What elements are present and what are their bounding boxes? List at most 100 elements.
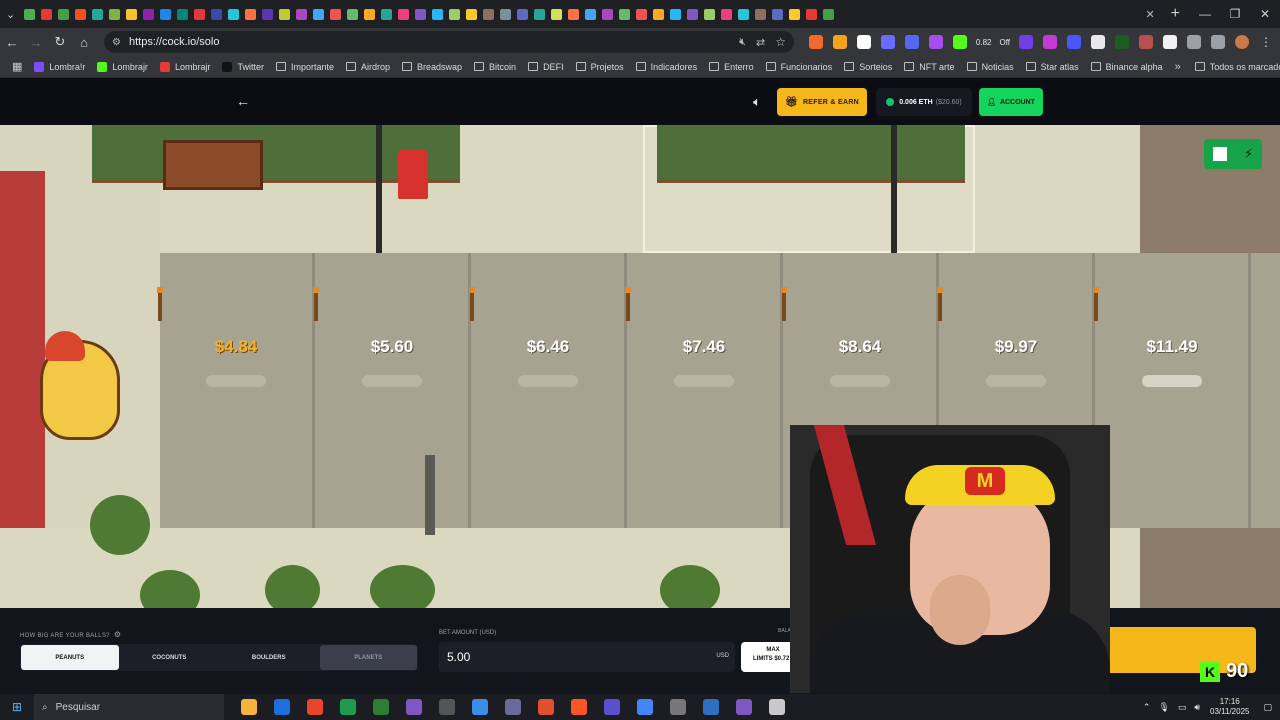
avatar[interactable] xyxy=(1235,35,1249,49)
forward-nav-icon[interactable]: → xyxy=(24,35,48,50)
tab-favicon-icon[interactable] xyxy=(75,8,87,20)
zoom-extension-label[interactable]: 0.82 xyxy=(976,38,992,47)
tab-favicon-icon[interactable] xyxy=(126,8,138,20)
gear-icon[interactable]: ⚙ xyxy=(114,630,121,639)
stream-overlay-controls[interactable]: ⚡ xyxy=(1204,139,1262,169)
extension-icon[interactable] xyxy=(904,35,919,49)
wallet-balance[interactable]: 0.006 ETH ($20.60) xyxy=(876,88,972,116)
taskbar-app-icon[interactable] xyxy=(636,699,653,715)
bookmark-item[interactable]: Star atlas xyxy=(1025,62,1079,72)
bookmark-item[interactable]: Twitter xyxy=(222,61,264,72)
apps-grid-icon[interactable]: ▦ xyxy=(12,60,22,73)
tab-favicon-icon[interactable] xyxy=(823,8,835,20)
home-icon[interactable]: ⌂ xyxy=(72,35,96,50)
tab-favicon-icon[interactable] xyxy=(194,8,206,20)
tab-favicon-icon[interactable] xyxy=(92,8,104,20)
taskbar-app-icon[interactable] xyxy=(372,699,389,715)
close-tab-icon[interactable]: ✕ xyxy=(1145,8,1154,21)
tab-favicon-icon[interactable] xyxy=(636,8,648,20)
refer-earn-button[interactable]: 🎁︎ REFER & EARN xyxy=(777,88,867,116)
taskbar-app-icon[interactable] xyxy=(273,699,290,715)
bet-amount-input[interactable]: 5.00 USD xyxy=(439,642,735,672)
tab-favicon-icon[interactable] xyxy=(704,8,716,20)
taskbar-app-icon[interactable] xyxy=(702,699,719,715)
taskbar-app-icon[interactable] xyxy=(405,699,422,715)
url-field[interactable]: ⚙ https://cock.io/solo 🔇︎ ⇄ ☆ xyxy=(104,31,794,53)
tab-favicon-icon[interactable] xyxy=(483,8,495,20)
minimize-icon[interactable]: — xyxy=(1190,0,1220,28)
reload-icon[interactable]: ↻ xyxy=(48,34,72,50)
bookmark-item[interactable]: Funcionarios xyxy=(765,62,832,72)
lane-multiplier-price[interactable]: $9.97 xyxy=(956,337,1076,357)
translate-icon[interactable]: ⇄ xyxy=(756,36,765,49)
extension-icon[interactable] xyxy=(1115,35,1129,49)
tab-favicon-icon[interactable] xyxy=(228,8,240,20)
extension-icon[interactable] xyxy=(1139,35,1153,49)
close-window-icon[interactable]: ✕ xyxy=(1250,0,1280,28)
extension-icon[interactable] xyxy=(808,35,823,49)
lane-multiplier-price[interactable]: $4.84 xyxy=(176,337,296,357)
download-icon[interactable] xyxy=(1211,35,1225,49)
taskbar-search[interactable]: ⌕ Pesquisar xyxy=(34,694,224,720)
off-extension-label[interactable]: Off xyxy=(999,38,1010,47)
tab-favicon-icon[interactable] xyxy=(585,8,597,20)
sound-icon[interactable]: 🔈︎ xyxy=(746,91,768,113)
account-button[interactable]: 👤︎ ACCOUNT xyxy=(979,88,1043,116)
new-tab-button[interactable]: + xyxy=(1171,5,1180,23)
extension-icon[interactable] xyxy=(880,35,895,49)
tab-favicon-icon[interactable] xyxy=(381,8,393,20)
bookmark-item[interactable]: Importante xyxy=(275,62,334,72)
bookmark-item[interactable]: Noticias xyxy=(966,62,1014,72)
tab-favicon-icon[interactable] xyxy=(398,8,410,20)
ball-size-tab-planets[interactable]: PLANETS xyxy=(319,645,417,670)
tab-favicon-icon[interactable] xyxy=(211,8,223,20)
site-info-icon[interactable]: ⚙ xyxy=(112,37,121,48)
tab-favicon-icon[interactable] xyxy=(568,8,580,20)
bookmark-star-icon[interactable]: ☆ xyxy=(775,35,786,49)
ball-size-tab-boulders[interactable]: BOULDERS xyxy=(220,645,318,670)
all-bookmarks[interactable]: Todos os marcadores xyxy=(1194,62,1280,72)
tab-favicon-icon[interactable] xyxy=(245,8,257,20)
taskbar-app-icon[interactable] xyxy=(504,699,521,715)
bolt-icon[interactable]: ⚡ xyxy=(1244,146,1253,162)
bookmark-item[interactable]: Enterro xyxy=(709,62,754,72)
lane-multiplier-price[interactable]: $8.64 xyxy=(800,337,920,357)
tab-favicon-icon[interactable] xyxy=(41,8,53,20)
extension-icon[interactable] xyxy=(1163,35,1177,49)
tab-favicon-icon[interactable] xyxy=(806,8,818,20)
taskbar-app-icon[interactable] xyxy=(735,699,752,715)
bookmark-item[interactable]: Sorteios xyxy=(844,62,892,72)
tab-favicon-icon[interactable] xyxy=(602,8,614,20)
taskbar-app-icon[interactable] xyxy=(768,699,785,715)
bookmark-item[interactable]: Binance alpha xyxy=(1090,62,1163,72)
mic-icon[interactable]: 🎙︎ xyxy=(1158,702,1169,713)
bookmark-item[interactable]: Lombrajr xyxy=(97,61,148,72)
volume-icon[interactable]: 🔊︎ xyxy=(1194,702,1200,713)
back-nav-icon[interactable]: ← xyxy=(0,35,24,50)
tab-favicon-icon[interactable] xyxy=(500,8,512,20)
ball-size-tab-coconuts[interactable]: COCONUTS xyxy=(121,645,219,670)
stop-icon[interactable] xyxy=(1212,147,1227,161)
back-arrow-icon[interactable]: ← xyxy=(236,93,250,109)
bookmark-item[interactable]: Bitcoin xyxy=(474,62,516,72)
taskbar-app-icon[interactable] xyxy=(240,699,257,715)
lane-multiplier-price[interactable]: $7.46 xyxy=(644,337,764,357)
notification-icon[interactable]: ▢ xyxy=(1263,702,1272,713)
tab-favicon-icon[interactable] xyxy=(432,8,444,20)
extension-icon[interactable] xyxy=(928,35,943,49)
tab-favicon-icon[interactable] xyxy=(58,8,70,20)
taskbar-app-icon[interactable] xyxy=(438,699,455,715)
tab-favicon-icon[interactable] xyxy=(755,8,767,20)
ball-size-tab-peanuts[interactable]: PEANUTS xyxy=(21,645,119,670)
taskbar-app-icon[interactable] xyxy=(570,699,587,715)
bookmark-item[interactable]: Projetos xyxy=(575,62,624,72)
bookmark-item[interactable]: NFT arte xyxy=(904,62,955,72)
bookmark-item[interactable]: Indicadores xyxy=(635,62,697,72)
tab-favicon-icon[interactable] xyxy=(415,8,427,20)
tab-favicon-icon[interactable] xyxy=(313,8,325,20)
tab-favicon-icon[interactable] xyxy=(772,8,784,20)
bookmark-item[interactable]: Breadswap xyxy=(402,62,462,72)
tab-favicon-icon[interactable] xyxy=(279,8,291,20)
tab-favicon-icon[interactable] xyxy=(24,8,36,20)
tab-favicon-icon[interactable] xyxy=(653,8,665,20)
